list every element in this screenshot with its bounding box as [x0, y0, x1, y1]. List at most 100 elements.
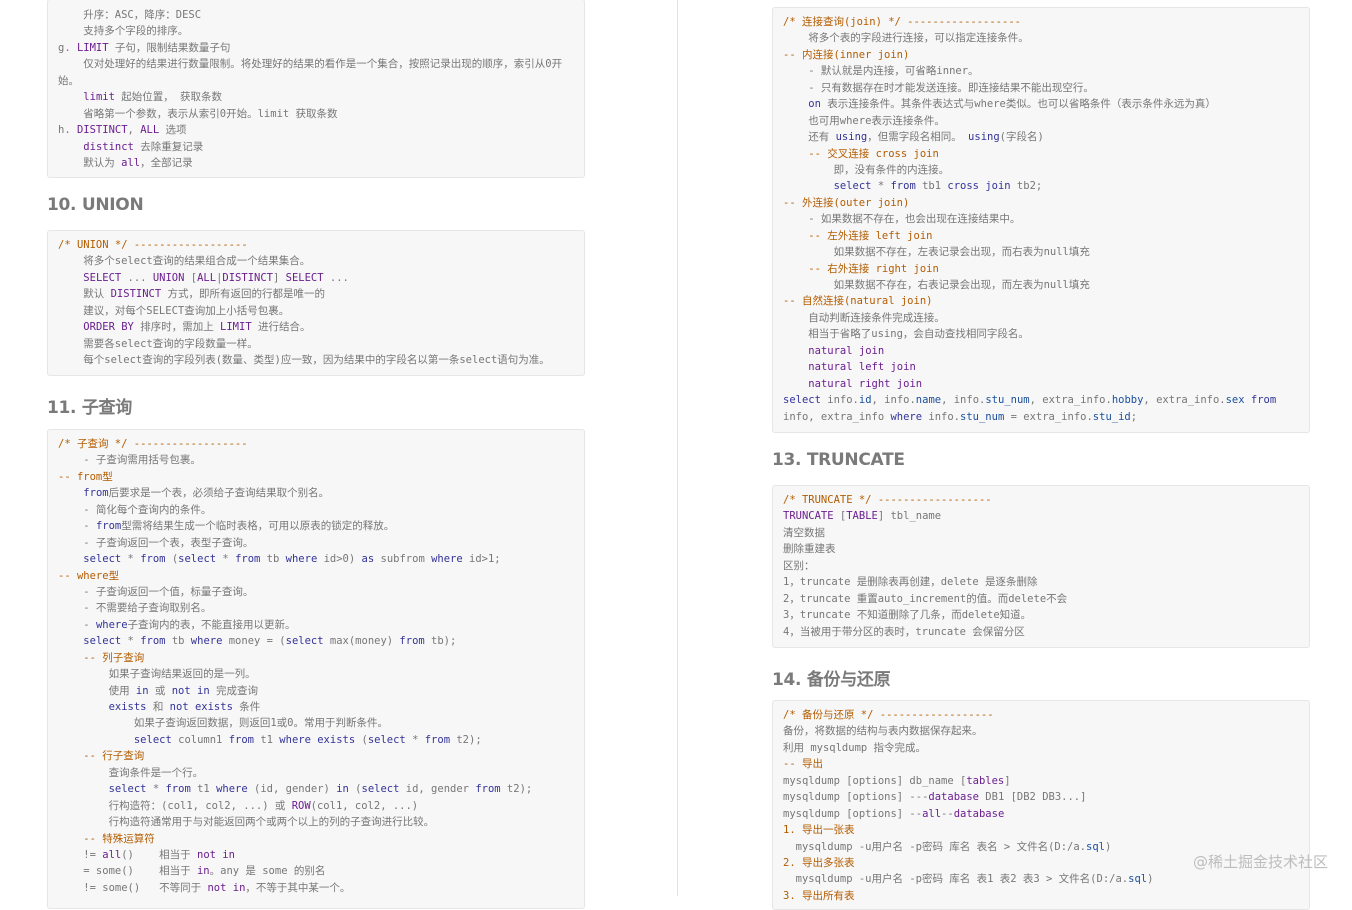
- code-token: 利用 mysqldump 指令完成。: [783, 741, 927, 754]
- code-token: 如果数据不存在，右表记录会出现，而左表为null填充: [783, 279, 1090, 291]
- code-token: all: [922, 807, 942, 820]
- code-line: natural right join: [783, 376, 1299, 392]
- code-token: 省略第一个参数，表示从索引0开始。limit 获取条数: [58, 107, 338, 120]
- code-token: sql: [1128, 873, 1148, 886]
- code-token: from: [228, 733, 254, 746]
- code-line: 默认 DISTINCT 方式，即所有返回的行都是唯一的: [58, 286, 574, 302]
- code-token: 备份，将数据的结构与表内数据保存起来。: [783, 725, 983, 738]
- code-token: ): [1104, 840, 1112, 853]
- code-token: 如果子查询返回数据，则返回1或0。常用于判断条件。: [58, 717, 389, 730]
- code-token: ，不等于其中某一个。: [245, 881, 351, 894]
- code-line: 将多个表的字段进行连接，可以指定连接条件。: [783, 30, 1299, 46]
- code-token: g.: [58, 41, 77, 54]
- code-token: info, extra_info: [783, 410, 891, 423]
- code-line: 需要各select查询的字段数量一样。: [58, 336, 574, 352]
- code-line: limit 起始位置， 获取条数: [58, 89, 574, 105]
- code-token: 默认为: [58, 156, 122, 169]
- code-token: select: [367, 733, 406, 746]
- code-token: = extra_info.: [1004, 410, 1093, 423]
- code-token: select: [285, 635, 324, 648]
- code-token: 条件: [232, 701, 261, 713]
- code-line: on 表示连接条件。其条件表达式与where类似。也可以省略条件（表示条件永远为…: [783, 96, 1299, 112]
- code-token: -- 导出: [783, 758, 823, 771]
- code-token: where: [890, 410, 923, 423]
- code-token: (: [165, 553, 179, 566]
- code-token: exists: [108, 701, 147, 713]
- code-line: ORDER BY 排序时，需加上 LIMIT 进行结合。: [58, 319, 574, 335]
- code-token: *: [405, 733, 425, 746]
- code-token: where: [95, 618, 128, 631]
- code-token: ]: [272, 271, 286, 284]
- code-line: 每个select查询的字段列表(数量、类型)应一致，因为结果中的字段名以第一条s…: [58, 352, 574, 368]
- code-token: -- 左外连接 left join: [783, 229, 933, 242]
- code-token: 使用: [58, 684, 136, 697]
- code-token: 即，没有条件的内连接。: [783, 163, 950, 176]
- code-token: select: [833, 180, 872, 193]
- code-line: 仅对处理好的结果进行数量限制。将处理好的结果的看作是一个集合，按照记录出现的顺序…: [58, 56, 574, 72]
- code-token: 查询条件是一个行。: [58, 766, 204, 779]
- code-token: 完成查询: [209, 684, 258, 697]
- code-token: ，全部记录: [140, 156, 193, 169]
- code-token: 还有: [783, 131, 836, 144]
- code-line: SELECT ... UNION [ALL|DISTINCT] SELECT .…: [58, 270, 574, 286]
- code-line: h. DISTINCT, ALL 选项: [58, 122, 574, 138]
- code-token: mysqldump -u用户名 -p密码 库名 表1 表2 表3 > 文件名(D…: [783, 873, 1129, 886]
- code-token: mysqldump [options] db_name [: [783, 774, 967, 787]
- code-line: 如果数据不存在，右表记录会出现，而左表为null填充: [783, 277, 1299, 293]
- code-token: 如果子查询结果返回的是一列。: [58, 668, 256, 681]
- code-token: 1. 导出一张表: [783, 824, 855, 837]
- code-line: 将多个select查询的结果组合成一个结果集合。: [58, 253, 574, 269]
- code-token: using: [968, 131, 1000, 144]
- code-token: natural left join: [808, 361, 916, 374]
- section-heading-subquery: 11. 子查询: [47, 398, 132, 418]
- code-token: - 如果数据不存在，也会出现在连接结果中。: [783, 213, 1021, 226]
- code-token: *: [146, 783, 166, 796]
- code-line: -- 外连接(outer join): [783, 195, 1299, 211]
- code-line: 省略第一个参数，表示从索引0开始。limit 获取条数: [58, 106, 574, 122]
- code-token: natural right join: [808, 377, 923, 390]
- code-token: 也可用where表示连接条件。: [783, 114, 945, 127]
- code-line: 自动判断连接条件完成连接。: [783, 310, 1299, 326]
- code-token: select: [83, 635, 122, 648]
- code-token: stu_id: [1092, 410, 1131, 423]
- code-line: select * from t1 where (id, gender) in (…: [58, 781, 574, 797]
- code-token: !=: [58, 848, 103, 861]
- watermark: @稀土掘金技术社区: [1192, 853, 1328, 871]
- code-token: 将多个select查询的结果组合成一个结果集合。: [58, 255, 311, 268]
- code-block-join: /* 连接查询(join) */ ------------------ 将多个表…: [772, 7, 1310, 433]
- code-token: ...: [121, 271, 153, 284]
- code-line: 也可用where表示连接条件。: [783, 113, 1299, 129]
- code-token: , info.: [941, 394, 986, 407]
- code-line: TRUNCATE [TABLE] tbl_name: [783, 508, 1299, 524]
- code-token: t1: [254, 733, 280, 746]
- code-block-truncate: /* TRUNCATE */ ------------------ TRUNCAT…: [772, 485, 1310, 648]
- code-token: 区别：: [783, 559, 815, 572]
- code-token: -- 外连接(outer join): [783, 196, 910, 209]
- code-token: 将多个表的字段进行连接，可以指定连接条件。: [783, 32, 1029, 45]
- code-line: 3. 导出所有表: [783, 888, 1299, 904]
- code-line: 1，truncate 是删除表再创建，delete 是逐条删除: [783, 574, 1299, 590]
- code-line: select * from tb where money = (select m…: [58, 633, 574, 649]
- code-token: cross join: [947, 180, 1011, 193]
- code-token: ，但需字段名相同。: [867, 131, 969, 144]
- code-token: ALL: [140, 124, 160, 137]
- code-line: select * from tb1 cross join tb2;: [783, 178, 1299, 194]
- code-token: 去除重复记录: [133, 140, 204, 153]
- code-token: in: [196, 865, 210, 878]
- column-divider: [677, 0, 678, 896]
- code-token: 或: [148, 684, 172, 697]
- code-line: 2，truncate 重置auto_increment的值。而delete不会: [783, 591, 1299, 607]
- code-token: on: [808, 98, 821, 111]
- code-line: select column1 from t1 where exists (sel…: [58, 732, 574, 748]
- code-token: ]: [1004, 774, 1011, 787]
- code-token: - 默认就是内连接，可省略inner。: [783, 65, 979, 78]
